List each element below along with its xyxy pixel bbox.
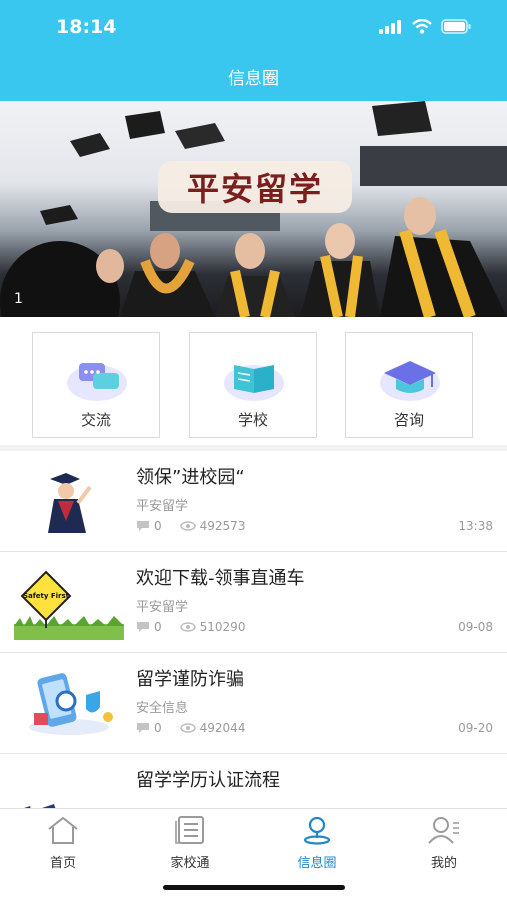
news-source: 平安留学	[136, 600, 189, 615]
profile-icon	[428, 817, 459, 844]
graduate-thumbnail	[14, 463, 124, 539]
quick-entry-label: 学校	[237, 411, 268, 429]
news-date: 09-20	[458, 721, 493, 735]
view-count: 510290	[199, 620, 246, 634]
home-indicator	[163, 885, 345, 890]
location-icon	[303, 816, 331, 845]
banner-title: 平安留学	[158, 161, 352, 213]
news-title: 欢迎下载-领事直通车	[136, 568, 305, 589]
quick-entry-section: 交流 学校 咨询	[0, 317, 507, 445]
wifi-icon	[412, 19, 432, 34]
news-item[interactable]: Safety First 欢迎下载-领事直通车 平安留学 0 510290 09…	[0, 552, 507, 653]
news-meta: 0 510290	[136, 620, 249, 634]
chat-icon	[67, 363, 127, 401]
document-icon	[175, 816, 204, 844]
comment-count: 0	[154, 519, 162, 533]
header-bar: 18:14 信息圈	[0, 0, 507, 101]
banner-carousel[interactable]: 平安留学 1	[0, 101, 507, 317]
quick-entry-label: 咨询	[393, 411, 424, 429]
tab-home-school[interactable]: 家校通	[127, 815, 253, 871]
news-source: 安全信息	[136, 701, 189, 716]
view-count: 492573	[199, 519, 246, 533]
fraud-warning-thumbnail	[14, 665, 124, 741]
banner-page-indicator: 1	[14, 291, 23, 307]
news-source: 平安留学	[136, 499, 189, 514]
comment-icon	[137, 622, 149, 632]
eye-icon	[179, 521, 196, 531]
comment-icon	[137, 723, 149, 733]
eye-icon	[179, 622, 196, 632]
news-date: 13:38	[458, 519, 493, 533]
tab-label: 家校通	[170, 856, 210, 871]
safety-first-thumbnail: Safety First	[14, 564, 124, 640]
tab-label: 首页	[49, 856, 76, 871]
tab-label: 信息圈	[297, 856, 337, 871]
eye-icon	[179, 723, 196, 733]
tab-home[interactable]: 首页	[0, 815, 126, 871]
battery-icon	[441, 19, 471, 34]
news-meta: 0 492044	[136, 721, 249, 735]
view-count: 492044	[199, 721, 246, 735]
tab-info-circle[interactable]: 信息圈	[254, 815, 380, 871]
safety-text: Safety First	[23, 592, 70, 600]
status-icons	[379, 19, 471, 34]
news-title: 留学谨防诈骗	[136, 669, 244, 690]
page-title: 信息圈	[228, 69, 279, 89]
quick-entry-label: 交流	[80, 411, 111, 429]
news-date: 09-08	[458, 620, 493, 634]
book-icon	[224, 365, 284, 401]
tab-label: 我的	[430, 856, 457, 871]
home-icon	[48, 816, 78, 844]
news-title: 留学学历认证流程	[136, 770, 280, 791]
quick-entry-school[interactable]: 学校	[189, 332, 317, 438]
signal-icon	[379, 19, 401, 34]
comment-count: 0	[154, 620, 162, 634]
news-item[interactable]: 领保”进校园“ 平安留学 0 492573 13:38	[0, 451, 507, 552]
tab-profile[interactable]: 我的	[381, 815, 507, 871]
news-meta: 0 492573	[136, 519, 249, 533]
status-time: 18:14	[56, 16, 117, 38]
comment-count: 0	[154, 721, 162, 735]
graduation-cap-icon	[380, 361, 440, 401]
news-title: 领保”进校园“	[136, 467, 245, 488]
quick-entry-chat[interactable]: 交流	[32, 332, 160, 438]
comment-icon	[137, 521, 149, 531]
quick-entry-consult[interactable]: 咨询	[345, 332, 473, 438]
news-item[interactable]: 留学谨防诈骗 安全信息 0 492044 09-20	[0, 653, 507, 754]
